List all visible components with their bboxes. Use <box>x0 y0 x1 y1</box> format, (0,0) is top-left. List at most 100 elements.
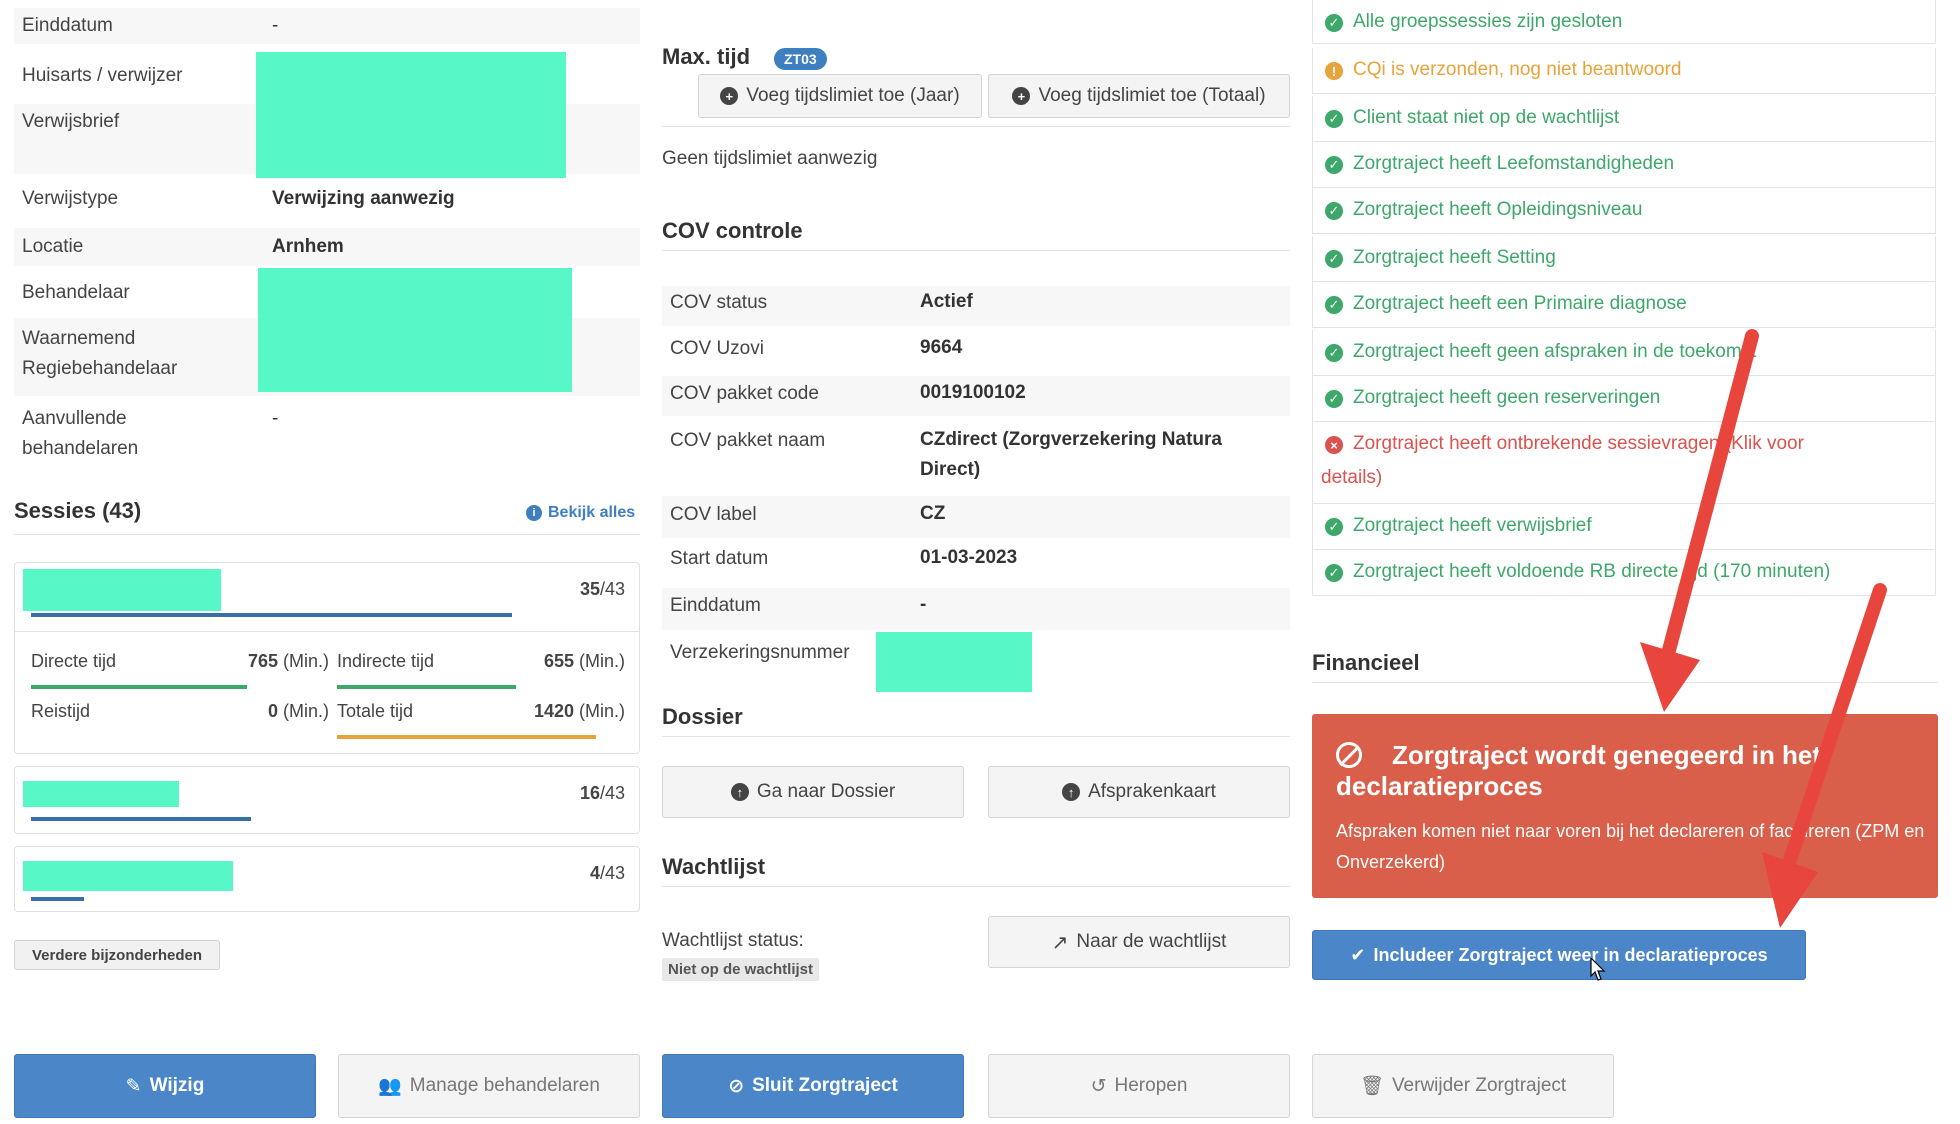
manage-practitioners-button[interactable]: 👥 Manage behandelaren <box>338 1054 640 1118</box>
redacted-block <box>258 268 572 392</box>
button-label: Voeg tijdslimiet toe (Jaar) <box>746 85 960 106</box>
dossier-title: Dossier <box>662 704 743 729</box>
redacted-block <box>23 861 233 891</box>
check-text: Zorgtraject heeft geen reserveringen <box>1353 387 1661 408</box>
field-value: - <box>272 15 279 36</box>
field-value: - <box>272 408 279 429</box>
session-count: 16/43 <box>579 783 625 803</box>
field-label: Behandelaar <box>22 282 130 303</box>
button-label: Voeg tijdslimiet toe (Totaal) <box>1038 85 1266 106</box>
undo-icon: ↺ <box>1090 1075 1107 1097</box>
field-value: Arnhem <box>272 236 344 257</box>
directe-tijd-bar <box>31 685 247 689</box>
button-label: Verwijder Zorgtraject <box>1391 1075 1567 1096</box>
redacted-block <box>256 52 566 178</box>
cov-row: COV label CZ <box>662 496 1290 538</box>
add-time-limit-year-button[interactable]: + Voeg tijdslimiet toe (Jaar) <box>698 74 982 118</box>
appointment-card-button[interactable]: ↑ Afsprakenkaart <box>988 766 1290 818</box>
field-aanvullende: Aanvullende behandelaren - <box>14 402 640 472</box>
check-item: ✓ Zorgtraject heeft verwijsbrief <box>1312 504 1936 550</box>
check-text: CQi is verzonden, nog niet beantwoord <box>1353 59 1682 80</box>
check-text: details) <box>1321 467 1383 488</box>
check-item: ✓ Zorgtraject heeft Leefomstandigheden <box>1312 142 1936 188</box>
error-circle-icon: × <box>1325 436 1343 454</box>
cov-label: Einddatum <box>670 595 761 616</box>
check-text: Client staat niet op de wachtlijst <box>1353 107 1620 128</box>
totale-tijd-label: Totale tijd <box>337 701 414 721</box>
button-label: Sluit Zorgtraject <box>752 1075 898 1096</box>
check-text: Zorgtraject heeft verwijsbrief <box>1353 515 1592 536</box>
check-item: ✓ Alle groepssessies zijn gesloten <box>1312 0 1936 44</box>
indirecte-tijd-value: 655 (Min.) <box>543 651 625 671</box>
delete-trajectory-button[interactable]: 🗑 Verwijder Zorgtraject <box>1312 1054 1614 1118</box>
edit-button[interactable]: ✎ Wijzig <box>14 1054 316 1118</box>
check-circle-icon: ✓ <box>1325 202 1343 220</box>
include-declaration-button[interactable]: ✔ Includeer Zorgtraject weer in declarat… <box>1312 930 1806 980</box>
divider <box>662 886 1290 887</box>
cov-row: COV pakket code 0019100102 <box>662 376 1290 416</box>
field-value: Verwijzing aanwezig <box>272 188 455 209</box>
more-details-label: Verdere bijzonderheden <box>31 946 203 964</box>
cov-value: 0019100102 <box>920 382 1026 403</box>
field-label: Einddatum <box>22 15 113 36</box>
redacted-block <box>23 569 221 611</box>
check-circle-icon: ✓ <box>1325 156 1343 174</box>
no-limit-text: Geen tijdslimiet aanwezig <box>662 148 878 169</box>
cov-label: Verzekeringsnummer <box>670 642 850 663</box>
field-label: Aanvullende <box>22 408 127 429</box>
more-details-button[interactable]: Verdere bijzonderheden <box>14 940 220 970</box>
reopen-button[interactable]: ↺ Heropen <box>988 1054 1290 1118</box>
check-item: ✓ Zorgtraject heeft geen afspraken in de … <box>1312 330 1936 376</box>
check-item[interactable]: × Zorgtraject heeft ontbrekende sessievra… <box>1312 422 1936 504</box>
plus-circle-icon: + <box>720 87 739 105</box>
session-count: 35/43 <box>579 579 625 599</box>
pencil-icon: ✎ <box>125 1075 142 1097</box>
go-to-dossier-button[interactable]: ↑ Ga naar Dossier <box>662 766 964 818</box>
check-text: Zorgtraject heeft voldoende RB directe t… <box>1353 561 1831 582</box>
declaration-ignored-alert: Zorgtraject wordt genegeerd in het decla… <box>1312 714 1938 898</box>
field-verwijstype: Verwijstype Verwijzing aanwezig <box>14 184 640 220</box>
cov-value: Actief <box>920 291 973 312</box>
add-time-limit-total-button[interactable]: + Voeg tijdslimiet toe (Totaal) <box>988 74 1290 118</box>
field-label: behandelaren <box>22 438 139 459</box>
financieel-title: Financieel <box>1312 650 1420 675</box>
field-locatie: Locatie Arnhem <box>14 228 640 266</box>
close-trajectory-button[interactable]: ⊘ Sluit Zorgtraject <box>662 1054 964 1118</box>
check-item: ✓ Zorgtraject heeft Setting <box>1312 236 1936 282</box>
cov-label: COV status <box>670 292 768 313</box>
wachtlijst-status-label: Wachtlijst status: <box>662 930 804 951</box>
cov-value: CZdirect (Zorgverzekering Natura <box>920 429 1222 450</box>
session-card[interactable]: 4/43 <box>14 846 640 912</box>
warning-circle-icon: ! <box>1325 62 1343 80</box>
redacted-block <box>23 781 179 807</box>
sessions-title: Sessies (43) <box>14 498 142 523</box>
divider <box>662 736 1290 737</box>
field-label: Regiebehandelaar <box>22 358 178 379</box>
alert-title: Zorgtraject wordt genegeerd in het decla… <box>1336 740 1822 801</box>
check-circle-icon: ✓ <box>1325 564 1343 582</box>
divider <box>662 250 1290 251</box>
check-text: Zorgtraject heeft geen afspraken in de t… <box>1353 341 1757 362</box>
redacted-block <box>876 632 1032 692</box>
view-all-link[interactable]: i Bekijk alles <box>526 504 635 522</box>
info-icon: i <box>526 505 542 521</box>
check-circle-icon: ✓ <box>1325 14 1343 32</box>
check-item: ✓ Client staat niet op de wachtlijst <box>1312 96 1936 142</box>
session-card[interactable]: 35/43 Directe tijd 765 (Min.) Indirecte … <box>14 562 640 754</box>
session-card[interactable]: 16/43 <box>14 766 640 834</box>
indirecte-tijd-label: Indirecte tijd <box>337 651 435 671</box>
button-label: Includeer Zorgtraject weer in declaratie… <box>1373 944 1768 965</box>
field-label: Waarnemend <box>22 328 136 349</box>
indirecte-tijd-bar <box>337 685 516 689</box>
divider <box>14 534 640 535</box>
directe-tijd-value: 765 (Min.) <box>247 651 329 671</box>
reistijd-value: 0 (Min.) <box>267 701 329 721</box>
cov-label: COV pakket naam <box>670 430 826 451</box>
check-circle-icon: ✓ <box>1325 518 1343 536</box>
check-circle-icon: ✓ <box>1325 250 1343 268</box>
session-progress-bar <box>31 817 251 821</box>
to-waitlist-button[interactable]: ↗ Naar de wachtlijst <box>988 916 1290 968</box>
arrow-circle-icon: ↑ <box>730 783 749 801</box>
check-icon: ✔ <box>1350 944 1366 965</box>
button-label: Afsprakenkaart <box>1088 781 1216 802</box>
